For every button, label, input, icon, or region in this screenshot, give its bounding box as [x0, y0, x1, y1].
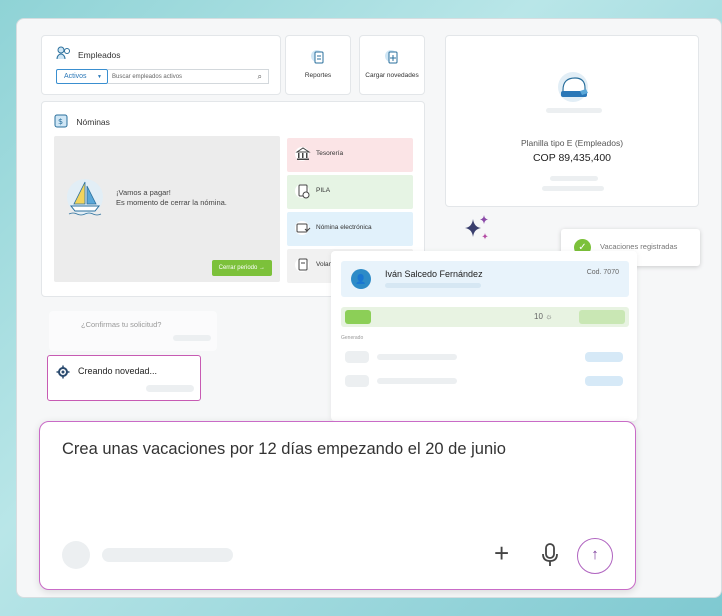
- tesoreria-label: Tesorería: [316, 150, 344, 157]
- vacation-row: 10 ☼: [341, 307, 629, 327]
- status-filter-select[interactable]: Activos ▼: [56, 69, 108, 84]
- tesoreria-option[interactable]: Tesorería: [287, 138, 413, 172]
- placeholder-chip: [585, 376, 623, 386]
- placeholder-bar: [146, 385, 194, 392]
- placeholder-bar: [377, 378, 457, 384]
- send-button[interactable]: ↑: [577, 538, 613, 574]
- empleados-title: Empleados: [78, 50, 121, 60]
- sailboat-icon: [64, 176, 106, 223]
- generated-label: Generado: [341, 335, 364, 341]
- reportes-button[interactable]: Reportes: [285, 35, 351, 95]
- placeholder-bar: [542, 186, 604, 191]
- creating-novedad-text: Creando novedad...: [78, 366, 158, 376]
- search-icon[interactable]: ⌕: [258, 72, 262, 82]
- confirm-request-bubble: ¿Confirmas tu solicitud?: [49, 311, 217, 351]
- employee-header: 👤 Iván Salcedo Fernández Cod. 7070: [341, 261, 629, 297]
- confirm-request-text: ¿Confirmas tu solicitud?: [81, 320, 162, 329]
- cargar-novedades-button[interactable]: Cargar novedades: [359, 35, 425, 95]
- planilla-subtitle: Planilla tipo E (Empleados): [520, 138, 624, 148]
- close-period-button[interactable]: Cerrar periodo →: [211, 260, 272, 276]
- employee-name: Iván Salcedo Fernández: [385, 269, 483, 279]
- placeholder-chip: [345, 351, 369, 363]
- piggy-bank-icon: [554, 70, 592, 109]
- pila-option[interactable]: PILA: [287, 175, 413, 209]
- users-icon: [56, 46, 72, 65]
- nomina-electronica-option[interactable]: Nómina electrónica: [287, 212, 413, 246]
- app-window: Empleados Activos ▼ Buscar empleados act…: [16, 18, 722, 598]
- toast-message: Vacaciones registradas: [600, 242, 678, 251]
- payroll-message-body: Es momento de cerrar la nómina.: [116, 198, 227, 207]
- checklist-document-icon: [295, 183, 311, 201]
- prompt-text[interactable]: Crea unas vacaciones por 12 días empezan…: [62, 440, 506, 459]
- add-icon[interactable]: +: [494, 540, 509, 566]
- placeholder-bar: [377, 354, 457, 360]
- electronic-document-icon: [295, 220, 311, 238]
- payroll-icon: $: [54, 114, 70, 130]
- placeholder-bar: [102, 548, 233, 562]
- cargar-novedades-label: Cargar novedades: [365, 72, 419, 79]
- chevron-down-icon: ▼: [97, 74, 102, 80]
- placeholder-bar: [385, 283, 481, 288]
- bank-icon: [295, 146, 311, 164]
- planilla-card: Planilla tipo E (Empleados) COP 89,435,4…: [445, 35, 699, 207]
- nominas-header: $ Nóminas: [54, 114, 110, 130]
- loading-gear-icon: [56, 365, 70, 381]
- arrow-up-icon: ↑: [591, 546, 599, 563]
- placeholder-chip: [585, 352, 623, 362]
- nominas-title: Nóminas: [76, 117, 110, 127]
- nomina-electronica-label: Nómina electrónica: [316, 224, 372, 231]
- volantes-label: Volan: [316, 261, 333, 268]
- user-avatar-icon: 👤: [351, 269, 371, 289]
- payroll-message-title: ¡Vamos a pagar!: [116, 188, 171, 197]
- payslip-icon: [295, 257, 311, 275]
- employee-detail-panel: 👤 Iván Salcedo Fernández Cod. 7070 10 ☼ …: [331, 251, 637, 421]
- placeholder-bar: [546, 108, 602, 113]
- placeholder-bar: [550, 176, 598, 181]
- microphone-icon[interactable]: [541, 543, 559, 572]
- attachment-avatar-placeholder: [62, 541, 90, 569]
- placeholder-bar: [173, 335, 211, 341]
- vacation-days: 10 ☼: [534, 312, 553, 321]
- vacation-tag: [345, 310, 371, 324]
- ai-sparkle-icon: [461, 213, 493, 250]
- upload-document-icon: [385, 49, 399, 70]
- payroll-message: ¡Vamos a pagar! Es momento de cerrar la …: [116, 188, 227, 208]
- report-document-icon: [311, 49, 325, 70]
- reportes-label: Reportes: [304, 72, 332, 79]
- placeholder-chip: [345, 375, 369, 387]
- payroll-hero: ¡Vamos a pagar! Es momento de cerrar la …: [54, 136, 280, 282]
- empleados-card: Empleados Activos ▼ Buscar empleados act…: [41, 35, 281, 95]
- status-filter-value: Activos: [64, 73, 87, 80]
- creating-novedad-bubble: Creando novedad...: [47, 355, 201, 401]
- svg-text:$: $: [58, 117, 63, 126]
- search-placeholder: Buscar empleados activos: [112, 74, 183, 80]
- planilla-amount: COP 89,435,400: [532, 152, 612, 164]
- employee-search-input[interactable]: Buscar empleados activos ⌕: [108, 69, 269, 84]
- prompt-input[interactable]: Crea unas vacaciones por 12 días empezan…: [39, 421, 636, 590]
- employee-code: Cod. 7070: [586, 269, 619, 276]
- vacation-status: [579, 310, 625, 324]
- pila-label: PILA: [316, 187, 331, 194]
